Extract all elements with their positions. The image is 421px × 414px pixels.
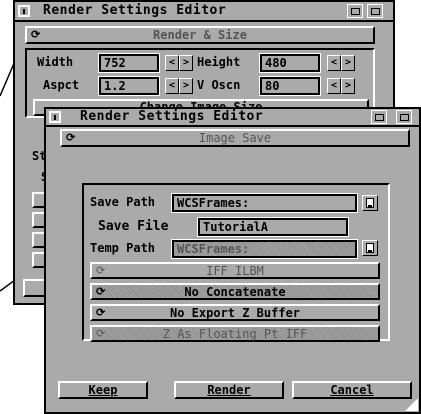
z-format-cycle[interactable]: ⟳ Z As Floating Pt IFF — [90, 325, 380, 342]
window-title: Render Settings Editor — [43, 3, 227, 18]
cycle-icon: ⟳ — [96, 285, 106, 298]
depth-gadget-icon[interactable] — [367, 4, 383, 18]
vscan-increase-button[interactable]: > — [341, 78, 355, 94]
cycle-icon: ⟳ — [66, 131, 76, 144]
render-button[interactable]: Render — [174, 381, 284, 399]
save-path-field[interactable]: WCSFrames: — [171, 193, 358, 213]
width-field[interactable]: 752 — [98, 53, 160, 73]
temp-path-field[interactable]: WCSFrames: — [171, 239, 358, 259]
vscan-label: V Oscn — [197, 78, 241, 92]
cycle-icon: ⟳ — [96, 264, 106, 277]
image-save-header-button[interactable]: ⟳ Image Save — [60, 129, 410, 147]
section-header-label: Image Save — [198, 131, 272, 145]
save-path-disk-icon[interactable] — [362, 195, 378, 211]
temp-path-label: Temp Path — [90, 241, 156, 255]
zoom-gadget-icon[interactable] — [371, 110, 387, 124]
close-gadget-icon[interactable] — [49, 111, 61, 123]
aspect-field[interactable]: 1.2 — [98, 76, 160, 96]
title-bar[interactable]: Render Settings Editor — [15, 2, 393, 22]
title-bar[interactable]: Render Settings Editor — [46, 109, 419, 127]
section-header-label: Render & Size — [153, 28, 247, 42]
aspect-increase-button[interactable]: > — [179, 78, 193, 94]
height-field[interactable]: 480 — [259, 53, 321, 73]
save-path-label: Save Path — [90, 195, 156, 209]
zoom-gadget-icon[interactable] — [347, 4, 363, 18]
temp-path-disk-icon[interactable] — [362, 240, 378, 256]
z-format-label: Z As Floating Pt IFF — [162, 326, 308, 341]
depth-gadget-icon[interactable] — [396, 110, 412, 124]
concatenate-cycle[interactable]: ⟳ No Concatenate — [90, 283, 380, 300]
keep-button[interactable]: Keep — [58, 381, 148, 399]
save-file-label: Save File — [98, 219, 169, 234]
height-increase-button[interactable]: > — [341, 55, 355, 71]
cycle-icon: ⟳ — [96, 306, 106, 319]
aspect-decrease-button[interactable]: < — [165, 78, 179, 94]
save-file-field[interactable]: TutorialA — [197, 217, 349, 237]
keep-label: Keep — [88, 383, 118, 397]
width-decrease-button[interactable]: < — [165, 55, 179, 71]
aspect-label: Aspct — [43, 78, 80, 92]
render-settings-window-front: Render Settings Editor ⟳ Image Save Save… — [44, 107, 421, 414]
cycle-icon: ⟳ — [96, 327, 106, 340]
concatenate-label: No Concatenate — [184, 284, 286, 299]
cancel-button[interactable]: Cancel — [292, 381, 412, 399]
z-buffer-label: No Export Z Buffer — [169, 305, 301, 320]
resize-gadget-icon[interactable] — [404, 399, 418, 411]
image-format-label: IFF ILBM — [206, 263, 264, 278]
cycle-icon: ⟳ — [31, 28, 41, 41]
window-title: Render Settings Editor — [80, 109, 264, 124]
height-decrease-button[interactable]: < — [327, 55, 341, 71]
render-label: Render — [207, 383, 251, 397]
cancel-label: Cancel — [330, 383, 374, 397]
height-label: Height — [197, 55, 241, 69]
width-increase-button[interactable]: > — [179, 55, 193, 71]
image-format-cycle[interactable]: ⟳ IFF ILBM — [90, 262, 380, 279]
render-size-header-button[interactable]: ⟳ Render & Size — [25, 26, 375, 44]
width-label: Width — [37, 55, 74, 69]
vscan-field[interactable]: 80 — [259, 76, 321, 96]
vscan-decrease-button[interactable]: < — [327, 78, 341, 94]
close-gadget-icon[interactable] — [18, 5, 30, 17]
z-buffer-cycle[interactable]: ⟳ No Export Z Buffer — [90, 304, 380, 321]
